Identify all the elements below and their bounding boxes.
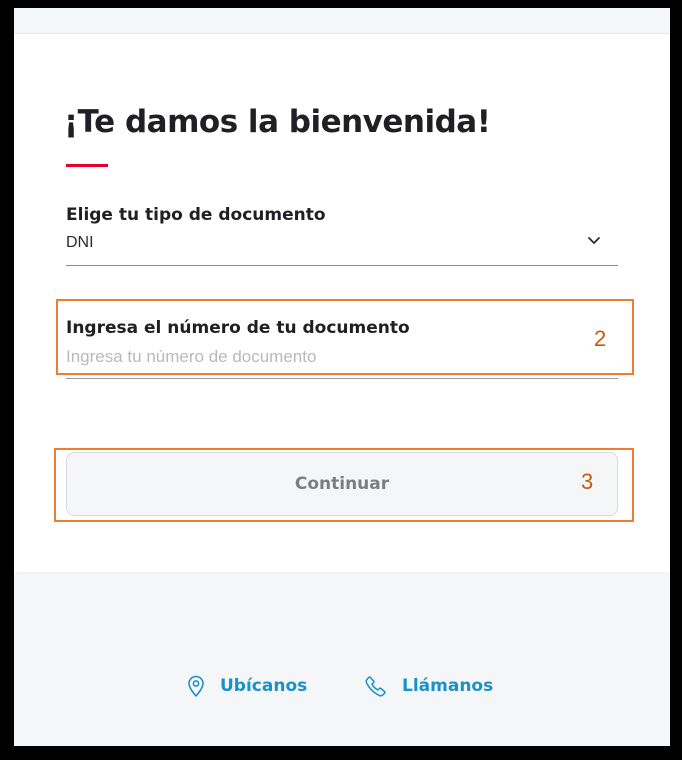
- document-type-label: Elige tu tipo de documento: [66, 205, 326, 225]
- annotation-marker-2: 2: [594, 326, 607, 351]
- chevron-down-icon[interactable]: [586, 232, 602, 248]
- browser-frame: ¡Te damos la bienvenida! Elige tu tipo d…: [0, 0, 682, 760]
- document-number-underline: [66, 378, 618, 379]
- document-type-select[interactable]: DNI: [66, 234, 94, 252]
- annotation-box-continue: [54, 448, 634, 522]
- title-accent-line: [66, 164, 108, 167]
- annotation-marker-3: 3: [581, 469, 594, 494]
- page-title: ¡Te damos la bienvenida!: [64, 104, 491, 140]
- phone-icon: [365, 676, 386, 697]
- footer-link-llamanos-label: Llámanos: [402, 676, 494, 696]
- footer-link-llamanos[interactable]: Llámanos: [364, 674, 493, 698]
- document-type-underline: [66, 265, 618, 266]
- top-header-strip: [14, 8, 670, 34]
- footer: [14, 574, 670, 746]
- annotation-box-document-number: [56, 299, 634, 375]
- footer-link-ubicanos-label: Ubícanos: [220, 676, 308, 696]
- footer-link-ubicanos[interactable]: Ubícanos: [186, 674, 307, 698]
- location-pin-icon: [188, 675, 204, 697]
